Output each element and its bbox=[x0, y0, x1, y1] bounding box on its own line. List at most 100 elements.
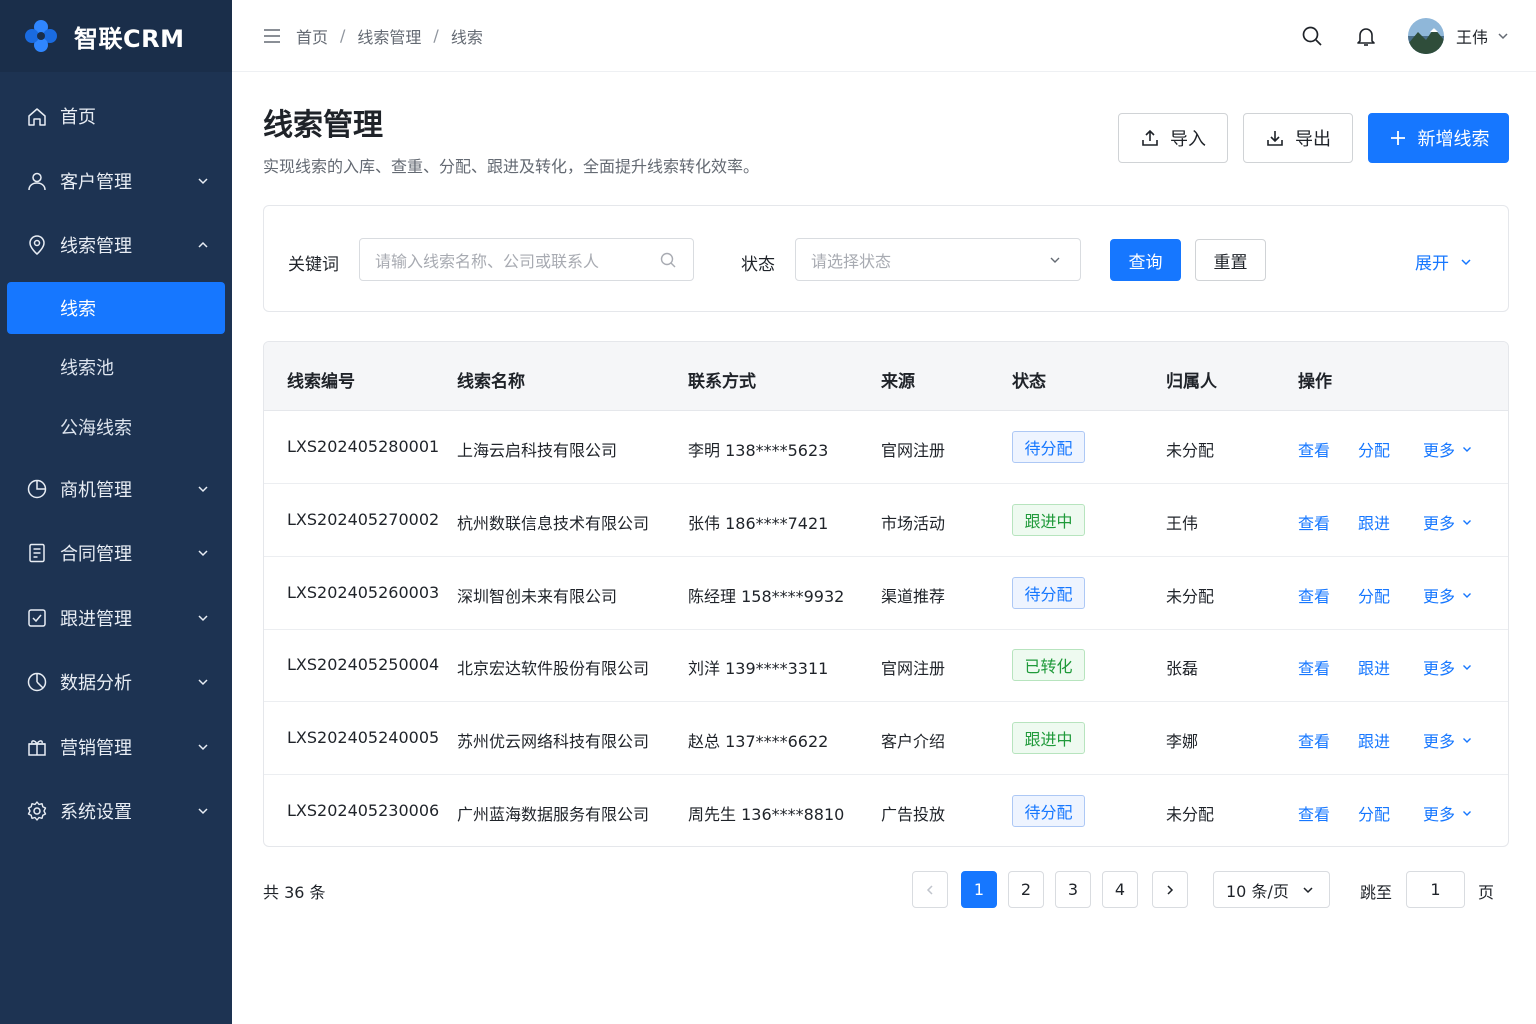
column-header-status: 状态 bbox=[1012, 372, 1046, 392]
chevron-down-icon bbox=[196, 546, 210, 560]
sidebar-item-7[interactable]: 营销管理 bbox=[0, 715, 232, 780]
status-select[interactable]: 请选择状态 bbox=[795, 238, 1081, 281]
sidebar-item-8[interactable]: 系统设置 bbox=[0, 779, 232, 844]
user-avatar[interactable] bbox=[1407, 18, 1444, 54]
home-icon bbox=[26, 105, 48, 127]
column-header-contact: 联系方式 bbox=[688, 372, 756, 392]
chevron-down-icon bbox=[196, 675, 210, 689]
column-header-name: 线索名称 bbox=[457, 372, 525, 392]
jump-page-input[interactable]: 1 bbox=[1406, 871, 1465, 908]
sidebar-item-label: 营销管理 bbox=[60, 737, 132, 759]
view-link[interactable]: 查看 bbox=[1298, 728, 1330, 752]
followup-link[interactable]: 跟进 bbox=[1358, 655, 1390, 679]
chevron-right-icon bbox=[1163, 883, 1177, 897]
sidebar-subitem-2-0[interactable]: 线索 bbox=[7, 281, 225, 334]
chevron-down-icon[interactable] bbox=[1496, 29, 1510, 43]
sidebar-subitem-2-1[interactable]: 线索池 bbox=[0, 338, 232, 398]
sidebar-item-6[interactable]: 数据分析 bbox=[0, 650, 232, 715]
pie-icon bbox=[26, 478, 48, 500]
menu-toggle-icon[interactable] bbox=[262, 26, 282, 46]
lead-source: 广告投放 bbox=[881, 805, 946, 824]
gear-icon bbox=[26, 800, 48, 822]
sidebar-item-0[interactable]: 首页 bbox=[0, 84, 232, 149]
assign-link[interactable]: 分配 bbox=[1358, 801, 1390, 825]
page-size-value: 10 条/页 bbox=[1226, 881, 1289, 901]
lead-owner: 未分配 bbox=[1166, 805, 1215, 824]
lead-icon bbox=[26, 234, 48, 256]
page-button-4[interactable]: 4 bbox=[1102, 871, 1138, 908]
status-placeholder: 请选择状态 bbox=[811, 251, 892, 271]
assign-link[interactable]: 分配 bbox=[1358, 583, 1390, 607]
sidebar-item-4[interactable]: 合同管理 bbox=[0, 521, 232, 586]
breadcrumb-item-home[interactable]: 首页 bbox=[296, 24, 328, 48]
sidebar-item-1[interactable]: 客户管理 bbox=[0, 149, 232, 214]
sidebar-item-label: 数据分析 bbox=[60, 673, 132, 695]
followup-link[interactable]: 跟进 bbox=[1358, 510, 1390, 534]
reset-button[interactable]: 重置 bbox=[1195, 239, 1266, 281]
lead-contact: 陈经理 158****9932 bbox=[688, 586, 845, 606]
more-actions-dropdown[interactable]: 更多 bbox=[1423, 510, 1473, 534]
assign-link[interactable]: 分配 bbox=[1358, 437, 1390, 461]
gift-icon bbox=[26, 736, 48, 758]
page-button-3[interactable]: 3 bbox=[1055, 871, 1091, 908]
download-icon bbox=[1265, 128, 1285, 148]
search-icon[interactable] bbox=[1300, 24, 1324, 48]
lead-name: 北京宏达软件股份有限公司 bbox=[457, 659, 650, 679]
column-header-source: 来源 bbox=[881, 372, 915, 392]
more-actions-dropdown[interactable]: 更多 bbox=[1423, 583, 1473, 607]
sidebar-item-2[interactable]: 线索管理 bbox=[0, 213, 232, 278]
prev-page-button[interactable] bbox=[912, 871, 948, 908]
lead-source: 官网注册 bbox=[881, 659, 946, 679]
lead-source: 渠道推荐 bbox=[881, 586, 946, 606]
status-label: 状态 bbox=[741, 255, 775, 275]
brand: 智联CRM bbox=[0, 0, 232, 72]
import-button[interactable]: 导入 bbox=[1118, 113, 1228, 163]
sidebar-subitem-2-2[interactable]: 公海线索 bbox=[0, 397, 232, 457]
view-link[interactable]: 查看 bbox=[1298, 437, 1330, 461]
chevron-down-icon bbox=[196, 611, 210, 625]
sidebar-item-label: 商机管理 bbox=[60, 479, 132, 501]
bell-icon[interactable] bbox=[1354, 24, 1378, 48]
more-label: 更多 bbox=[1423, 659, 1456, 679]
next-page-button[interactable] bbox=[1152, 871, 1188, 908]
sidebar-item-label: 跟进管理 bbox=[60, 608, 132, 630]
view-link[interactable]: 查看 bbox=[1298, 583, 1330, 607]
column-header-owner: 归属人 bbox=[1166, 372, 1217, 392]
more-actions-dropdown[interactable]: 更多 bbox=[1423, 728, 1473, 752]
expand-filters-button[interactable]: 展开 bbox=[1415, 249, 1473, 274]
keyword-label: 关键词 bbox=[288, 255, 339, 275]
user-name[interactable]: 王伟 bbox=[1456, 24, 1488, 48]
followup-link[interactable]: 跟进 bbox=[1358, 728, 1390, 752]
breadcrumb-item-lead-management[interactable]: 线索管理 bbox=[357, 24, 421, 48]
view-link[interactable]: 查看 bbox=[1298, 801, 1330, 825]
more-actions-dropdown[interactable]: 更多 bbox=[1423, 655, 1473, 679]
chevron-down-icon bbox=[1459, 255, 1473, 269]
status-badge: 待分配 bbox=[1012, 795, 1085, 827]
lead-id: LXS202405260003 bbox=[287, 582, 440, 602]
filter-panel: 关键词 请输入线索名称、公司或联系人 状态 请选择状态 查询 重置 展开 bbox=[263, 205, 1509, 312]
chart-icon bbox=[26, 671, 48, 693]
query-button[interactable]: 查询 bbox=[1110, 239, 1181, 281]
more-actions-dropdown[interactable]: 更多 bbox=[1423, 437, 1473, 461]
lead-owner: 未分配 bbox=[1166, 586, 1215, 606]
sidebar-item-5[interactable]: 跟进管理 bbox=[0, 586, 232, 651]
page-size-select[interactable]: 10 条/页 bbox=[1213, 871, 1330, 908]
import-button-label: 导入 bbox=[1170, 129, 1206, 150]
chevron-down-icon bbox=[1461, 516, 1473, 528]
export-button[interactable]: 导出 bbox=[1243, 113, 1353, 163]
lead-owner: 未分配 bbox=[1166, 441, 1215, 460]
breadcrumb-separator: / bbox=[433, 26, 439, 45]
chevron-down-icon bbox=[196, 174, 210, 188]
keyword-search-input[interactable]: 请输入线索名称、公司或联系人 bbox=[359, 238, 694, 281]
view-link[interactable]: 查看 bbox=[1298, 655, 1330, 679]
add-lead-button[interactable]: 新增线索 bbox=[1368, 113, 1509, 163]
chevron-down-icon bbox=[196, 804, 210, 818]
page-button-2[interactable]: 2 bbox=[1008, 871, 1044, 908]
table-row: LXS202405270002 杭州数联信息技术有限公司 张伟 186****742… bbox=[264, 484, 1508, 557]
page-title: 线索管理 bbox=[263, 108, 383, 143]
view-link[interactable]: 查看 bbox=[1298, 510, 1330, 534]
export-button-label: 导出 bbox=[1295, 129, 1331, 150]
more-actions-dropdown[interactable]: 更多 bbox=[1423, 801, 1473, 825]
page-button-1[interactable]: 1 bbox=[961, 871, 997, 908]
sidebar-item-3[interactable]: 商机管理 bbox=[0, 457, 232, 522]
